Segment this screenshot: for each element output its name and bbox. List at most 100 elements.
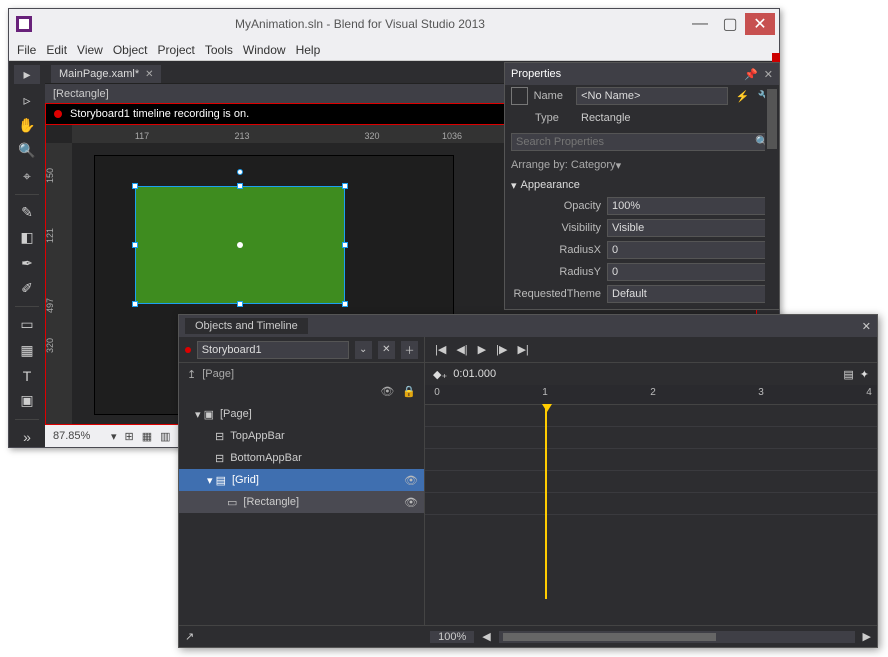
rotate-handle[interactable] [237,169,243,175]
minimize-button[interactable]: — [685,13,715,35]
keyframe-icon[interactable]: ◆₊ [433,368,447,381]
visibility-select[interactable] [607,219,773,237]
name-label: Name [534,90,571,102]
layout-tool-icon[interactable]: ▦ [14,341,40,360]
text-tool-icon[interactable]: T [14,366,40,385]
radiusx-input[interactable] [607,241,773,259]
opacity-input[interactable] [607,197,773,215]
timeline-scrollbar[interactable] [499,631,855,643]
maximize-button[interactable]: ▢ [715,13,745,35]
storyboard-add-icon[interactable]: ＋ [401,341,418,359]
gradient-tool-icon[interactable]: ◧ [14,228,40,247]
zoom-dropdown-icon[interactable]: ▾ [111,430,117,443]
panel-close-icon[interactable]: ✕ [764,68,773,81]
rectangle-tool-icon[interactable]: ▭ [14,315,40,334]
camera-tool-icon[interactable]: ⌖ [14,166,40,185]
zoom-tool-icon[interactable]: 🔍 [14,141,40,160]
radiusy-input[interactable] [607,263,773,281]
selected-rectangle[interactable] [135,186,345,304]
objects-and-timeline-panel: Objects and Timeline ✕ ⌄ ✕ ＋ ↥ [Page] 👁 … [178,314,878,648]
pin-icon[interactable]: 📌 [744,68,758,81]
eye-icon[interactable]: 👁 [404,496,418,509]
pan-tool-icon[interactable]: ✋ [14,116,40,135]
tree-node-page[interactable]: ▾ ▣ [Page] [179,403,424,425]
resize-handle-br[interactable] [342,301,348,307]
close-button[interactable]: ✕ [745,13,775,35]
appearance-section-label[interactable]: Appearance [521,179,580,191]
center-point-icon[interactable] [237,242,243,248]
tree-node-topappbar[interactable]: ⊟ TopAppBar [179,425,424,447]
storyboard-close-icon[interactable]: ✕ [378,341,395,359]
zoom-value[interactable]: 87.85% [53,430,103,442]
lock-column-icon[interactable]: 🔒 [402,385,416,403]
resize-handle-ml[interactable] [132,242,138,248]
resize-handle-bl[interactable] [132,301,138,307]
radiusy-label: RadiusY [511,266,601,278]
go-start-icon[interactable]: |◀ [435,343,446,356]
arrange-by-label[interactable]: Arrange by: Category [511,159,616,171]
visibility-column-icon[interactable]: 👁 [380,385,394,403]
menu-edit[interactable]: Edit [46,43,67,57]
fit-icon[interactable]: ⊞ [125,430,134,443]
menu-file[interactable]: File [17,43,36,57]
step-forward-icon[interactable]: |▶ [496,343,507,356]
tab-label: MainPage.xaml* [59,68,139,80]
playhead-handle-icon[interactable] [542,404,552,412]
tab-mainpage[interactable]: MainPage.xaml* ✕ [51,65,161,83]
step-back-icon[interactable]: ◀| [456,343,467,356]
tool-rail: ▸ ▹ ✋ 🔍 ⌖ ✎ ◧ ✒ ✐ ▭ ▦ T ▣ » [9,61,45,447]
resize-handle-mr[interactable] [342,242,348,248]
timeline-tracks[interactable] [425,405,877,625]
menu-project[interactable]: Project [158,43,195,57]
menu-window[interactable]: Window [243,43,286,57]
window-title: MyAnimation.sln - Blend for Visual Studi… [35,17,685,31]
current-time[interactable]: 0:01.000 [453,368,496,380]
pen-tool-icon[interactable]: ✐ [14,279,40,298]
direct-select-tool-icon[interactable]: ▹ [14,90,40,109]
resize-handle-tl[interactable] [132,183,138,189]
storyboard-chevrons-icon[interactable]: ⌄ [355,341,372,359]
scroll-right-icon[interactable]: ▶ [863,630,871,643]
button-tool-icon[interactable]: ▣ [14,391,40,410]
menu-tools[interactable]: Tools [205,43,233,57]
scope-up-icon[interactable]: ↥ [187,368,196,381]
timeline-popup-icon[interactable]: ↗ [185,630,194,643]
snap-icon[interactable]: ▥ [160,430,170,443]
go-end-icon[interactable]: ▶| [517,343,528,356]
playhead[interactable] [545,405,547,599]
tab-close-icon[interactable]: ✕ [145,69,153,80]
menu-view[interactable]: View [77,43,103,57]
resize-handle-bm[interactable] [237,301,243,307]
selection-tool-icon[interactable]: ▸ [14,65,40,84]
expand-icon[interactable]: ▾ [511,179,517,192]
assets-chevron-icon[interactable]: » [14,428,40,447]
chevron-down-icon[interactable]: ▾ [616,159,622,172]
name-input[interactable] [576,87,728,105]
timeline-zoom-value[interactable]: 100% [430,631,474,643]
resize-handle-tr[interactable] [342,183,348,189]
timeline-ruler[interactable]: 0 1 2 3 4 [425,385,877,405]
eye-icon[interactable]: 👁 [404,474,418,487]
app-logo-icon [13,13,35,35]
brush-tool-icon[interactable]: ✎ [14,203,40,222]
menu-help[interactable]: Help [296,43,321,57]
tree-node-bottomappbar[interactable]: ⊟ BottomAppBar [179,447,424,469]
grid-icon[interactable]: ▦ [142,430,152,443]
menu-object[interactable]: Object [113,43,148,57]
tree-node-rectangle[interactable]: ▭ [Rectangle] 👁 [179,491,424,513]
search-properties-input[interactable] [511,133,773,151]
timeline-options-icon[interactable]: ✦ [860,368,869,381]
scope-label[interactable]: [Page] [202,368,234,380]
requestedtheme-select[interactable] [607,285,773,303]
events-button-icon[interactable]: ⚡ [734,90,750,103]
play-icon[interactable]: ▶ [478,343,486,356]
record-dot-icon [54,110,62,118]
storyboard-name-input[interactable] [197,341,349,359]
snap-options-icon[interactable]: ▤ [843,368,853,381]
timeline-panel-close-icon[interactable]: ✕ [862,320,871,333]
eyedropper-tool-icon[interactable]: ✒ [14,254,40,273]
properties-scrollbar[interactable] [765,85,779,309]
resize-handle-tm[interactable] [237,183,243,189]
tree-node-grid[interactable]: ▾ ▤ [Grid] 👁 [179,469,424,491]
scroll-left-icon[interactable]: ◀ [482,630,490,643]
